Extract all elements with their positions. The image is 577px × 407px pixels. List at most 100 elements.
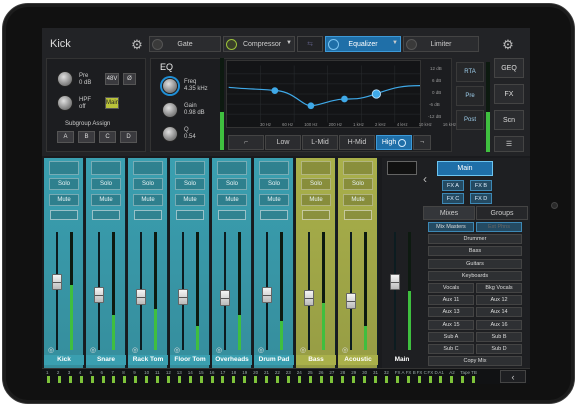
- band-high-button[interactable]: High: [376, 135, 412, 150]
- preamp-knob[interactable]: [57, 71, 73, 87]
- fader-track[interactable]: [394, 232, 396, 350]
- mix-select-button[interactable]: Mix Masters: [428, 222, 474, 232]
- channel-label[interactable]: Acoustic: [338, 355, 378, 365]
- channel-overview-bar[interactable]: 1 2 3 4 5 6 7 8 9 10 11 12 13 14 15 16 17 18 19 20 21 22 23 24 2…: [42, 368, 530, 384]
- q-knob[interactable]: [162, 126, 178, 142]
- strip-dynamics-thumbnail[interactable]: [302, 210, 330, 220]
- chevron-left-icon[interactable]: ‹: [500, 370, 526, 383]
- phase-button[interactable]: Ø: [123, 73, 136, 85]
- strip-dynamics-thumbnail[interactable]: [92, 210, 120, 220]
- fx-a-button[interactable]: FX A: [442, 180, 464, 191]
- channel-label[interactable]: Main: [382, 355, 422, 365]
- high-shelf-icon[interactable]: ¬: [413, 135, 431, 150]
- pre-button[interactable]: Pre: [456, 86, 484, 106]
- subgroup-c-button[interactable]: C: [99, 131, 116, 143]
- power-icon[interactable]: [328, 39, 339, 50]
- fader-handle[interactable]: [136, 289, 146, 306]
- power-icon[interactable]: [406, 39, 417, 50]
- geq-button[interactable]: GEQ: [494, 58, 524, 78]
- fader-handle[interactable]: [262, 287, 272, 303]
- channel-label[interactable]: Snare: [86, 355, 126, 365]
- tab-equalizer[interactable]: Equalizer ▼: [325, 36, 401, 52]
- strip-dynamics-thumbnail[interactable]: [176, 210, 204, 220]
- strip-eq-thumbnail[interactable]: [301, 161, 331, 175]
- mute-button[interactable]: Mute: [259, 194, 289, 206]
- fader-track[interactable]: [56, 232, 58, 350]
- tab-compressor[interactable]: Compressor ▼: [223, 36, 295, 52]
- fader-handle[interactable]: [304, 290, 314, 307]
- mix-select-button[interactable]: Sub A: [428, 331, 474, 342]
- mute-button[interactable]: Mute: [217, 194, 247, 206]
- channel-label[interactable]: Bass: [296, 355, 336, 365]
- channel-label[interactable]: Rack Tom: [128, 355, 168, 365]
- mix-select-button[interactable]: Aux 16: [476, 319, 522, 330]
- subgroup-d-button[interactable]: D: [120, 131, 137, 143]
- strip-dynamics-thumbnail[interactable]: [134, 210, 162, 220]
- channel-label[interactable]: Drum Pad: [254, 355, 294, 365]
- fader-handle[interactable]: [52, 273, 62, 290]
- chevron-down-icon[interactable]: ▼: [286, 40, 292, 46]
- fx-c-button[interactable]: FX C: [442, 193, 464, 204]
- chevron-left-icon[interactable]: ‹: [423, 172, 427, 186]
- eq-graph[interactable]: [226, 60, 421, 128]
- solo-button[interactable]: Solo: [301, 178, 331, 190]
- solo-button[interactable]: Solo: [49, 178, 79, 190]
- hpf-knob[interactable]: [57, 95, 73, 111]
- strip-eq-thumbnail[interactable]: [343, 161, 373, 175]
- main-assign-button[interactable]: Main: [105, 97, 119, 109]
- tab-groups[interactable]: Groups: [476, 206, 528, 220]
- power-icon[interactable]: [152, 39, 163, 50]
- fader-handle[interactable]: [220, 290, 230, 307]
- fader-handle[interactable]: [178, 289, 188, 306]
- strip-dynamics-thumbnail[interactable]: [260, 210, 288, 220]
- list-icon[interactable]: ☰: [494, 136, 524, 152]
- subgroup-a-button[interactable]: A: [57, 131, 74, 143]
- subgroup-b-button[interactable]: B: [78, 131, 95, 143]
- strip-eq-thumbnail[interactable]: [49, 161, 79, 175]
- mix-select-button[interactable]: Aux 14: [476, 307, 522, 318]
- chevron-down-icon[interactable]: ▼: [392, 40, 398, 46]
- mute-button[interactable]: Mute: [343, 194, 373, 206]
- fader-handle[interactable]: [390, 273, 400, 290]
- tab-gate[interactable]: Gate: [149, 36, 221, 52]
- main-mix-button[interactable]: Main: [437, 161, 493, 176]
- strip-dynamics-thumbnail[interactable]: [50, 210, 78, 220]
- low-shelf-icon[interactable]: ⌐: [228, 135, 264, 150]
- strip-eq-thumbnail[interactable]: [217, 161, 247, 175]
- mute-button[interactable]: Mute: [175, 194, 205, 206]
- band-lmid-button[interactable]: L-Mid: [302, 135, 338, 150]
- tab-mixes[interactable]: Mixes: [423, 206, 475, 220]
- tab-limiter[interactable]: Limiter: [403, 36, 479, 52]
- fx-d-button[interactable]: FX D: [470, 193, 492, 204]
- phantom-48v-button[interactable]: 48V: [105, 73, 119, 85]
- solo-button[interactable]: Solo: [343, 178, 373, 190]
- mix-select-button[interactable]: Bkg Vocals: [476, 283, 522, 293]
- fader-track[interactable]: [350, 232, 352, 350]
- strip-eq-thumbnail[interactable]: [259, 161, 289, 175]
- mix-select-button[interactable]: Sub D: [476, 344, 522, 354]
- strip-eq-thumbnail[interactable]: [387, 161, 417, 175]
- freq-knob[interactable]: [162, 78, 178, 94]
- solo-button[interactable]: Solo: [175, 178, 205, 190]
- solo-button[interactable]: Solo: [133, 178, 163, 190]
- mute-button[interactable]: Mute: [91, 194, 121, 206]
- gain-knob[interactable]: [162, 102, 178, 118]
- solo-button[interactable]: Solo: [91, 178, 121, 190]
- mix-select-button[interactable]: Aux 11: [428, 295, 474, 306]
- mix-select-button[interactable]: Keyboards: [428, 270, 522, 281]
- mix-select-button[interactable]: Copy Mix: [428, 356, 522, 367]
- mix-select-button[interactable]: Sub B: [476, 331, 522, 342]
- mute-button[interactable]: Mute: [133, 194, 163, 206]
- solo-button[interactable]: Solo: [259, 178, 289, 190]
- band-low-button[interactable]: Low: [265, 135, 301, 150]
- mix-select-button[interactable]: Sub C: [428, 344, 474, 354]
- fader-handle[interactable]: [94, 287, 104, 303]
- mix-select-button[interactable]: Ext Phns: [476, 222, 522, 232]
- channel-label[interactable]: Kick: [44, 355, 84, 365]
- mute-button[interactable]: Mute: [49, 194, 79, 206]
- channel-label[interactable]: Overheads: [212, 355, 252, 365]
- strip-eq-thumbnail[interactable]: [91, 161, 121, 175]
- link-icon[interactable]: ⇆: [297, 36, 323, 52]
- fx-b-button[interactable]: FX B: [470, 180, 492, 191]
- strip-dynamics-thumbnail[interactable]: [218, 210, 246, 220]
